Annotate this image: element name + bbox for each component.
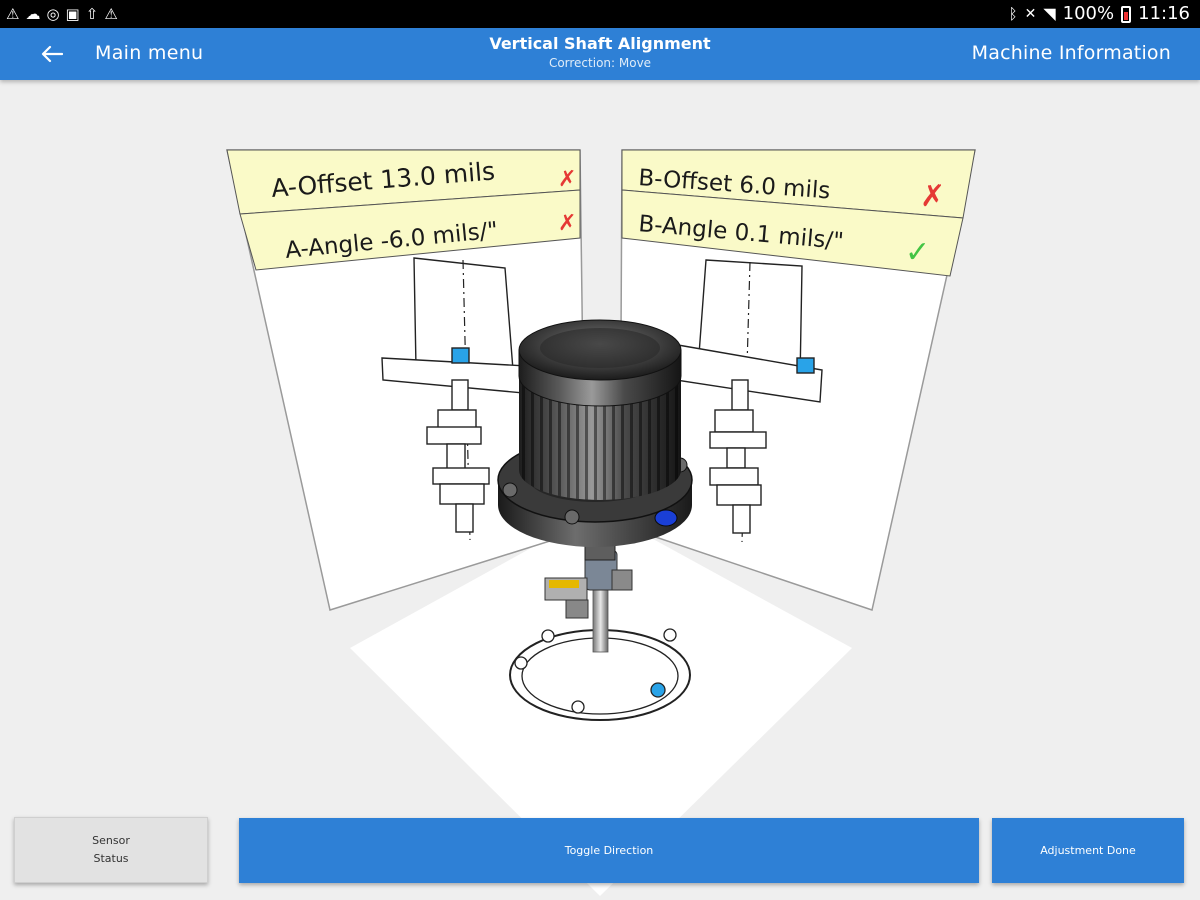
alignment-view: A-Offset 13.0 mils ✗ A-Angle -6.0 mils/"… [226, 149, 976, 896]
notification-icons: ⚠ ☁ ◎ ▣ ⇧ ⚠ [6, 4, 118, 24]
upload-icon: ⇧ [85, 5, 99, 23]
battery-icon [1121, 5, 1132, 23]
warning-icon: ⚠ [104, 5, 118, 23]
toggle-direction-button[interactable]: Toggle Direction [239, 818, 979, 883]
image-icon: ▣ [65, 5, 80, 23]
app-bar: Main menu Vertical Shaft Alignment Corre… [0, 28, 1200, 80]
warning-icon: ⚠ [6, 5, 20, 23]
wifi-icon: ◥ [1043, 4, 1056, 23]
mute-icon: ✕ [1024, 6, 1037, 22]
b-sensor-icon [796, 357, 815, 374]
flange-sensor-icon [654, 509, 678, 527]
machine-information-link[interactable]: Machine Information [972, 42, 1171, 64]
b-offset-status-icon: ✗ [920, 179, 945, 214]
motor-model [497, 319, 693, 721]
clock: 11:16 [1138, 3, 1190, 24]
system-indicators: ᛒ ✕ ◥ 100% 11:16 [1009, 3, 1190, 25]
back-arrow-icon[interactable] [36, 38, 68, 70]
a-sensor-icon [451, 347, 470, 364]
globe-icon: ◎ [46, 5, 60, 23]
adjustment-done-button[interactable]: Adjustment Done [992, 818, 1184, 883]
bluetooth-icon: ᛒ [1008, 5, 1018, 23]
title-block: Vertical Shaft Alignment Correction: Mov… [400, 34, 800, 72]
status-bar: ⚠ ☁ ◎ ▣ ⇧ ⚠ ᛒ ✕ ◥ 100% 11:16 [0, 0, 1200, 28]
battery-percent: 100% [1062, 3, 1115, 24]
cloud-icon: ☁ [25, 5, 41, 23]
alignment-scene: A-Offset 13.0 mils ✗ A-Angle -6.0 mils/"… [0, 80, 1200, 900]
a-angle-status-icon: ✗ [558, 211, 576, 236]
b-angle-status-icon: ✓ [905, 235, 930, 270]
base-sensor-icon [650, 682, 666, 698]
main-menu-link[interactable]: Main menu [95, 42, 203, 64]
page-title: Vertical Shaft Alignment [489, 34, 711, 53]
sensor-status-button[interactable]: Sensor Status [14, 817, 208, 883]
page-subtitle: Correction: Move [548, 56, 652, 70]
a-offset-status-icon: ✗ [558, 167, 576, 192]
